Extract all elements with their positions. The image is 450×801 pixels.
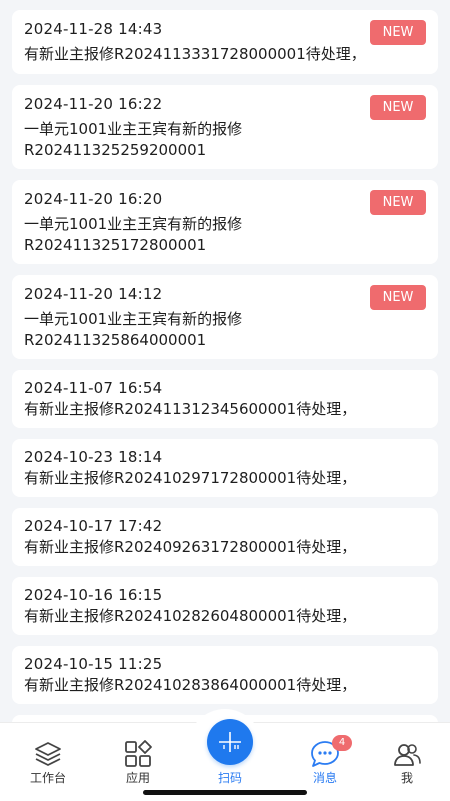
- message-text: 有新业主报修R202409263172800001待处理，: [24, 538, 357, 556]
- message-time: 2024-11-20 16:20: [24, 190, 163, 208]
- new-badge: NEW: [370, 20, 426, 45]
- tab-scan-label: 扫码: [217, 771, 242, 785]
- grid-icon: [125, 740, 152, 767]
- message-card[interactable]: 2024-11-20 14:12 一单元1001业主王宾有新的报修 R20241…: [12, 275, 438, 359]
- message-time: 2024-11-28 14:43: [24, 20, 163, 38]
- message-time: 2024-10-15 11:25: [24, 655, 163, 673]
- messages-count-badge: 4: [332, 735, 352, 751]
- message-text: 有新业主报修R202410282604800001待处理，: [24, 607, 357, 625]
- new-badge: NEW: [370, 285, 426, 310]
- message-card[interactable]: 2024-11-28 14:43 有新业主报修R2024113331728000…: [12, 10, 438, 74]
- message-card[interactable]: 2024-10-15 11:25 有新业主报修R2024102838640000…: [12, 646, 438, 704]
- message-card[interactable]: 2024-10-16 16:15 有新业主报修R2024102826048000…: [12, 577, 438, 635]
- scan-icon: [219, 732, 241, 752]
- tab-workbench-label: 工作台: [29, 771, 66, 785]
- home-indicator: [143, 790, 307, 795]
- message-text-code: R202411325259200001: [24, 141, 207, 159]
- tab-me-label: 我: [400, 771, 413, 785]
- message-time: 2024-10-23 18:14: [24, 448, 163, 466]
- message-text: 一单元1001业主王宾有新的报修: [24, 215, 243, 233]
- message-text: 一单元1001业主王宾有新的报修: [24, 120, 243, 138]
- message-text: 有新业主报修R202411312345600001待处理，: [24, 400, 357, 418]
- message-text: 有新业主报修R2024113331728000001待处理，: [24, 45, 366, 63]
- message-text-code: R202411325864000001: [24, 331, 207, 349]
- message-text: 有新业主报修R202410283864000001待处理，: [24, 676, 357, 694]
- message-time: 2024-11-20 16:22: [24, 95, 163, 113]
- message-time: 2024-10-16 16:15: [24, 586, 163, 604]
- scan-button[interactable]: [207, 719, 253, 765]
- message-text: 一单元1001业主王宾有新的报修: [24, 310, 243, 328]
- message-time: 2024-11-20 14:12: [24, 285, 163, 303]
- message-list: 2024-11-28 14:43 有新业主报修R2024113331728000…: [0, 0, 450, 722]
- tab-apps-label: 应用: [125, 771, 150, 785]
- users-icon: [394, 744, 421, 766]
- message-card[interactable]: 2024-11-07 16:54 有新业主报修R2024113123456000…: [12, 370, 438, 428]
- message-time: 2024-11-07 16:54: [24, 379, 163, 397]
- message-text-code: R202411325172800001: [24, 236, 207, 254]
- message-card[interactable]: 2024-10-23 18:14 有新业主报修R2024102971728000…: [12, 439, 438, 497]
- message-time: 2024-10-17 17:42: [24, 517, 163, 535]
- tab-me[interactable]: 我: [362, 723, 450, 801]
- new-badge: NEW: [370, 190, 426, 215]
- layers-icon: [35, 742, 61, 766]
- tab-workbench[interactable]: 工作台: [3, 723, 93, 801]
- new-badge: NEW: [370, 95, 426, 120]
- message-card[interactable]: 2024-10-17 17:42 有新业主报修R2024092631728000…: [12, 508, 438, 566]
- message-card[interactable]: 2024-11-20 16:22 一单元1001业主王宾有新的报修 R20241…: [12, 85, 438, 169]
- message-card[interactable]: 2024-11-20 16:20 一单元1001业主王宾有新的报修 R20241…: [12, 180, 438, 264]
- message-text: 有新业主报修R202410297172800001待处理，: [24, 469, 357, 487]
- tab-messages-label: 消息: [312, 771, 337, 785]
